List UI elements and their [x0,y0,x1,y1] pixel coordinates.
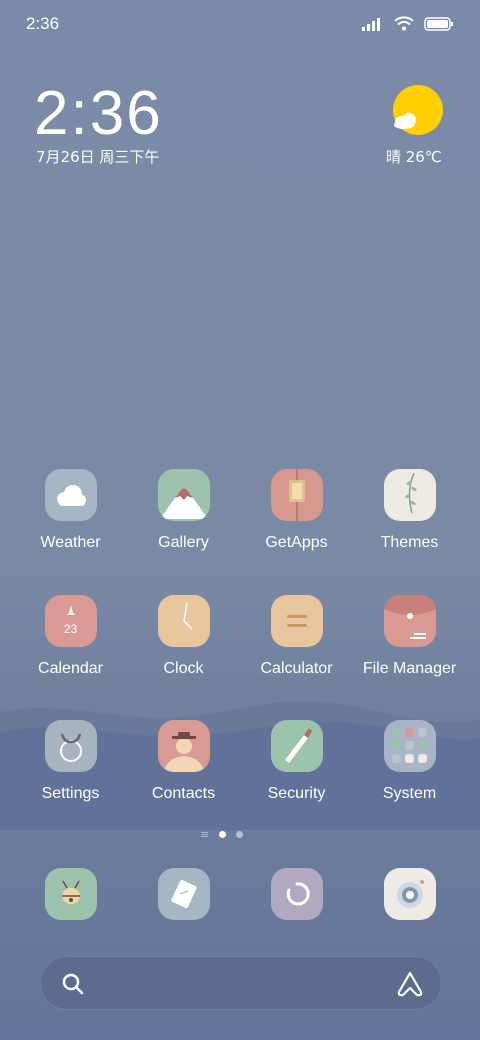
app-label: File Manager [362,660,457,677]
clock-icon [157,595,210,647]
page-indicator[interactable]: ≡ [200,828,244,841]
search-bar[interactable] [40,956,442,1010]
assistant-icon[interactable] [395,970,425,998]
search-icon[interactable] [61,972,85,996]
app-label: Weather [40,534,101,551]
app-label: Clock [163,660,204,677]
app-themes[interactable]: Themes [353,469,466,552]
signal-icon [362,17,380,31]
store-icon [270,469,323,521]
app-contacts[interactable]: Contacts [127,720,240,803]
page-dot [236,831,244,838]
app-label: GetApps [265,534,328,551]
app-calculator[interactable]: Calculator [240,595,353,678]
battery-icon [424,16,453,31]
message-icon[interactable] [158,868,210,920]
camera-icon[interactable] [384,868,436,920]
calendar-icon: 23 [44,595,97,647]
weather-widget-text: 晴 26℃ [386,148,442,166]
app-label: System [382,785,437,802]
mountain-icon [157,469,210,521]
feed-lines-icon: ≡ [200,828,210,841]
app-weather[interactable]: Weather [14,469,127,552]
app-system-folder[interactable]: System [353,720,466,803]
app-label: Security [267,785,326,802]
app-getapps[interactable]: GetApps [240,469,353,552]
page-dot-active [219,831,227,838]
status-time: 2:36 [26,14,60,33]
app-calendar[interactable]: 23 Calendar [14,595,127,678]
app-label: Gallery [158,534,209,551]
wifi-icon [394,16,414,31]
folder-grid-icon [383,720,436,772]
app-label: Themes [380,534,439,551]
brush-icon [270,720,323,772]
sun-cloud-icon[interactable] [390,84,444,138]
browser-icon[interactable] [271,868,323,920]
person-icon [157,720,210,772]
app-label: Calculator [260,660,333,677]
leaf-icon [383,469,436,521]
app-file-manager[interactable]: File Manager [353,595,466,678]
folder-icon [383,595,436,647]
app-label: Contacts [151,785,216,802]
calendar-date-badge: 23 [63,622,78,636]
app-settings[interactable]: Settings [14,720,127,803]
app-gallery[interactable]: Gallery [127,469,240,552]
clock-widget-date: 7月26日 周三下午 [36,148,160,166]
app-clock[interactable]: Clock [127,595,240,678]
status-icons [362,16,454,31]
app-label: Calendar [38,660,103,677]
app-security[interactable]: Security [240,720,353,803]
gear-icon [44,720,97,772]
calculator-icon [270,595,323,647]
clock-widget-time[interactable]: 2:36 [34,78,163,149]
status-bar: 2:36 [0,0,480,50]
cloud-icon [44,469,97,521]
phone-icon[interactable] [45,868,97,920]
app-label: Settings [41,785,100,802]
